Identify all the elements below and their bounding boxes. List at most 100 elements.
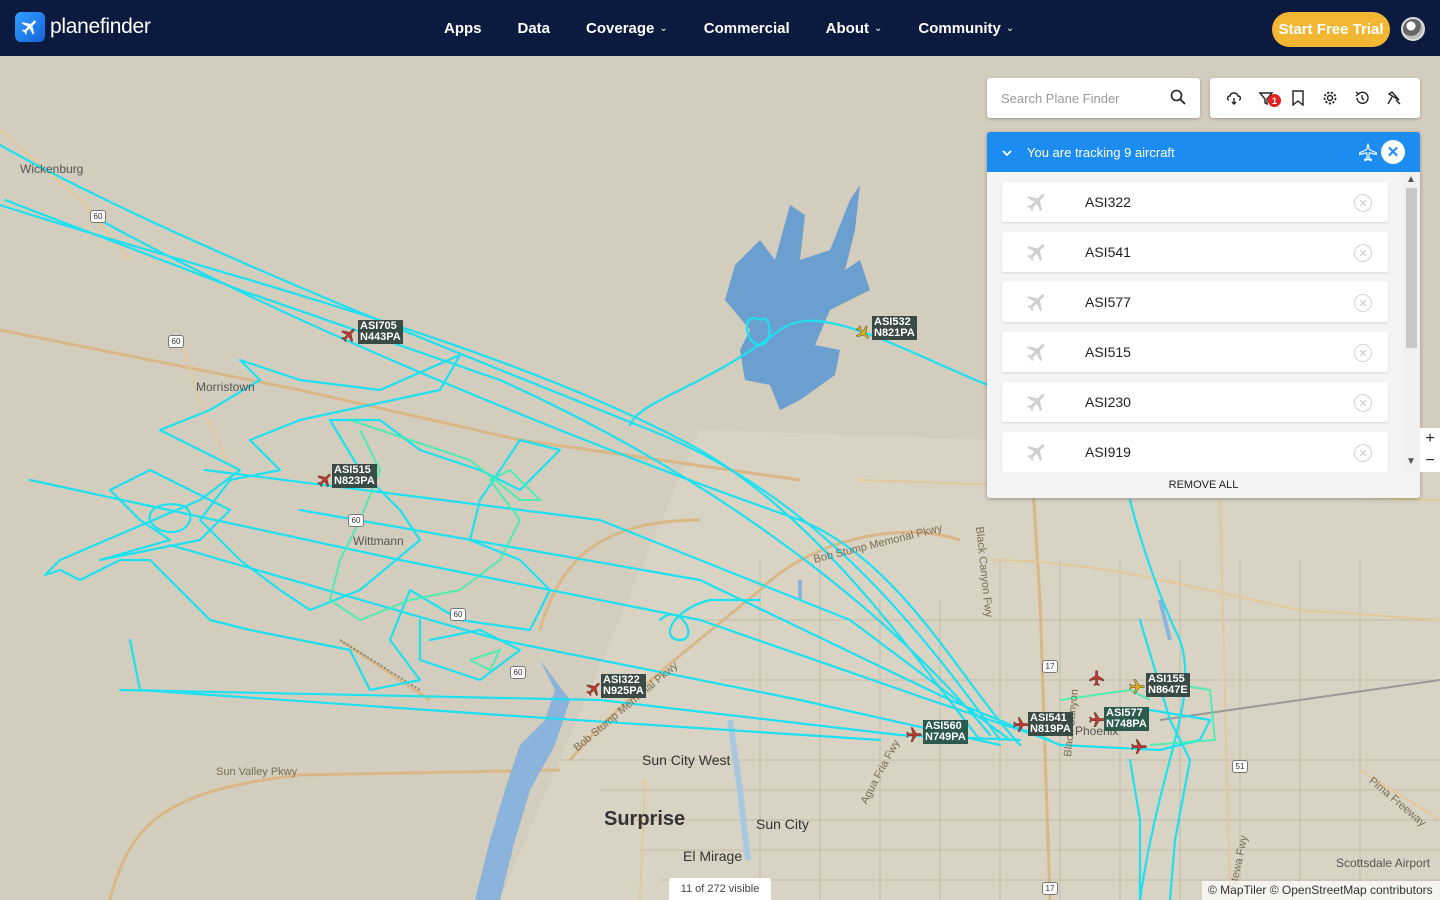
plane-icon [1024, 240, 1050, 269]
remove-aircraft-icon[interactable]: ✕ [1354, 294, 1372, 312]
aircraft-marker-icon[interactable] [1130, 738, 1147, 754]
place-scottsdale-airport: Scottsdale Airport [1336, 856, 1431, 870]
search-icon[interactable] [1170, 89, 1186, 110]
aircraft-registration: N821PA [874, 327, 915, 339]
aircraft-marker-icon[interactable] [1088, 711, 1105, 727]
aircraft-registration: N748PA [1106, 718, 1147, 730]
plane-logo-icon [15, 12, 45, 42]
aircraft-label[interactable]: ASI577 N748PA [1104, 707, 1149, 731]
aircraft-registration: N8647E [1148, 684, 1188, 696]
aircraft-label[interactable]: ASI705 N443PA [358, 320, 403, 344]
place-sun-city: Sun City [756, 816, 809, 832]
nav-apps[interactable]: Apps [444, 20, 482, 37]
scroll-up-icon[interactable]: ▲ [1406, 174, 1416, 185]
tracking-panel: You are tracking 9 aircraft ✕ ASI322 ✕ ASI… [987, 132, 1420, 498]
start-free-trial-button[interactable]: Start Free Trial [1272, 12, 1390, 47]
aircraft-registration: N819PA [1030, 723, 1071, 735]
bookmark-icon[interactable] [1282, 78, 1314, 118]
aircraft-marker-icon[interactable] [905, 726, 922, 742]
search-box [987, 78, 1200, 118]
place-morristown: Morristown [196, 380, 255, 394]
tracked-aircraft-row[interactable]: ASI515 ✕ [1002, 332, 1388, 372]
aircraft-callsign: ASI577 [1085, 294, 1131, 310]
aircraft-marker-icon[interactable] [585, 680, 601, 697]
tracked-aircraft-row[interactable]: ASI919 ✕ [1002, 432, 1388, 472]
aircraft-marker-icon[interactable] [854, 324, 870, 340]
chevron-down-icon: ⌄ [1005, 22, 1015, 34]
highway-shield: 60 [168, 335, 184, 348]
plane-icon [1358, 142, 1378, 165]
highway-shield: 60 [90, 210, 106, 223]
remove-aircraft-icon[interactable]: ✕ [1354, 394, 1372, 412]
road-label-sun-valley: Sun Valley Pkwy [216, 766, 298, 778]
aircraft-marker-icon[interactable] [1012, 716, 1029, 732]
aircraft-marker-icon[interactable] [340, 326, 356, 343]
tracked-aircraft-row[interactable]: ASI577 ✕ [1002, 282, 1388, 322]
settings-icon[interactable] [1314, 78, 1346, 118]
aircraft-label[interactable]: ASI541 N819PA [1028, 712, 1073, 736]
aircraft-callsign: ASI919 [1085, 444, 1131, 460]
plane-icon [1024, 390, 1050, 419]
plane-icon [1024, 190, 1050, 219]
tracked-aircraft-row[interactable]: ASI230 ✕ [1002, 382, 1388, 422]
plane-icon [1024, 340, 1050, 369]
zoom-out-button[interactable]: − [1420, 450, 1440, 472]
highway-shield: 60 [348, 514, 364, 527]
highway-shield: 51 [1232, 760, 1248, 773]
plane-icon [1024, 290, 1050, 319]
nav-data[interactable]: Data [518, 20, 551, 37]
aircraft-label[interactable]: ASI322 N925PA [601, 674, 646, 698]
planefinder-logo[interactable]: planefinder [15, 12, 151, 42]
remove-aircraft-icon[interactable]: ✕ [1354, 444, 1372, 462]
remove-aircraft-icon[interactable]: ✕ [1354, 194, 1372, 212]
remove-all-button[interactable]: REMOVE ALL [987, 472, 1420, 498]
nav-community[interactable]: Community ⌄ [918, 20, 1014, 37]
aircraft-label[interactable]: ASI515 N823PA [332, 464, 377, 488]
filter-icon[interactable]: 1 [1250, 78, 1282, 118]
aircraft-label[interactable]: ASI560 N749PA [923, 720, 968, 744]
user-avatar[interactable] [1401, 17, 1425, 41]
zoom-controls: + − [1420, 428, 1440, 472]
close-tracking-button[interactable]: ✕ [1381, 140, 1405, 164]
remove-aircraft-icon[interactable]: ✕ [1354, 244, 1372, 262]
aircraft-registration: N749PA [925, 731, 966, 743]
aircraft-marker-icon[interactable] [1088, 669, 1104, 686]
tracked-aircraft-row[interactable]: ASI541 ✕ [1002, 232, 1388, 272]
tracked-aircraft-row[interactable]: ASI322 ✕ [1002, 182, 1388, 222]
history-icon[interactable] [1346, 78, 1378, 118]
chevron-down-icon: ⌄ [873, 22, 883, 34]
playback-icon[interactable] [1378, 78, 1410, 118]
zoom-in-button[interactable]: + [1420, 428, 1440, 450]
search-input[interactable] [1001, 90, 1161, 106]
chevron-down-icon[interactable] [1001, 145, 1015, 160]
aircraft-label[interactable]: ASI532 N821PA [872, 316, 917, 340]
scroll-down-icon[interactable]: ▼ [1406, 456, 1416, 467]
aircraft-registration: N925PA [603, 685, 644, 697]
tracked-aircraft-list: ASI322 ✕ ASI541 ✕ ASI577 ✕ ASI515 ✕ ASI230 ✕ ASI91… [987, 172, 1403, 472]
aircraft-marker-icon[interactable] [1128, 678, 1145, 694]
map-attribution[interactable]: © MapTiler © OpenStreetMap contributors [1202, 881, 1440, 900]
aircraft-label[interactable]: ASI155 N8647E [1146, 673, 1190, 697]
place-sun-city-west: Sun City West [642, 752, 731, 768]
place-wickenburg: Wickenburg [20, 162, 84, 176]
nav-commercial[interactable]: Commercial [704, 20, 790, 37]
tracking-title: You are tracking 9 aircraft [1027, 144, 1175, 160]
weather-icon[interactable] [1218, 78, 1250, 118]
place-surprise: Surprise [604, 808, 686, 830]
list-scrollbar[interactable]: ▲ ▼ [1403, 172, 1420, 472]
tracking-panel-header: You are tracking 9 aircraft ✕ [987, 132, 1420, 172]
aircraft-callsign: ASI322 [1085, 194, 1131, 210]
visible-count: 11 of 272 visible [669, 878, 771, 900]
aircraft-callsign: ASI541 [1085, 244, 1131, 260]
aircraft-callsign: ASI230 [1085, 394, 1131, 410]
filter-badge: 1 [1268, 94, 1281, 107]
scrollbar-thumb[interactable] [1406, 188, 1417, 348]
nav-coverage[interactable]: Coverage ⌄ [586, 20, 668, 37]
remove-aircraft-icon[interactable]: ✕ [1354, 344, 1372, 362]
nav-about[interactable]: About ⌄ [826, 20, 883, 37]
chevron-down-icon: ⌄ [659, 22, 668, 34]
plane-icon [1024, 440, 1050, 469]
aircraft-registration: N443PA [360, 331, 401, 343]
aircraft-marker-icon[interactable] [316, 471, 332, 488]
top-nav: planefinder Apps Data Coverage ⌄ Commerci… [0, 0, 1440, 56]
